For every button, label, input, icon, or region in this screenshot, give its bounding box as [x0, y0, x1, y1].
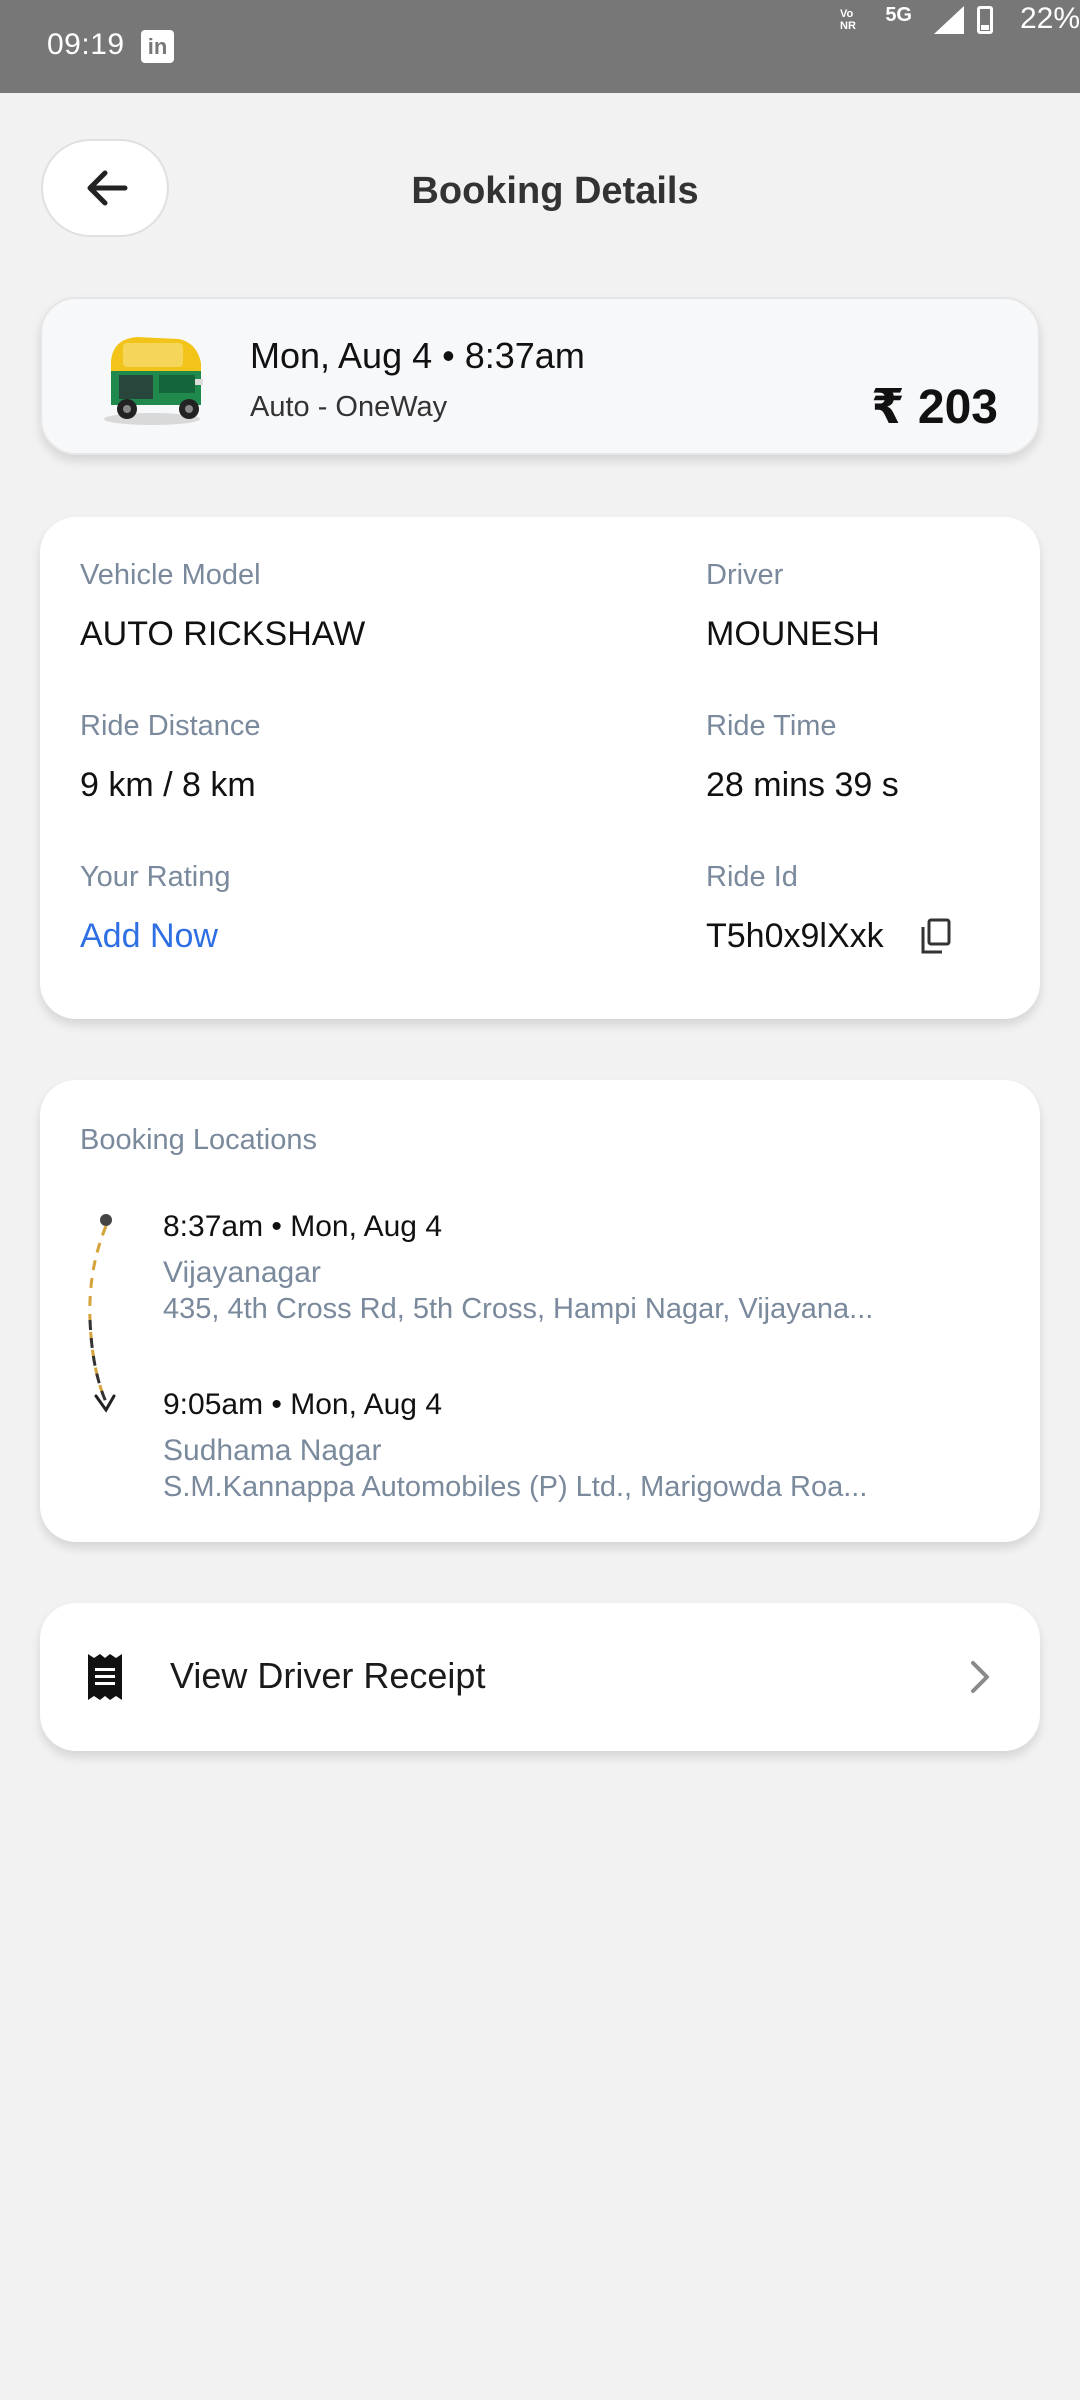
route-path-icon	[88, 1214, 116, 1413]
receipt-icon	[88, 1654, 122, 1700]
pickup-time: 8:37am • Mon, Aug 4	[163, 1210, 443, 1243]
ride-summary-card: Mon, Aug 4 • 8:37am Auto - OneWay ₹ 203	[40, 297, 1040, 455]
chevron-right-icon	[971, 1661, 989, 1693]
linkedin-icon: in	[141, 30, 174, 63]
battery-icon	[977, 6, 993, 34]
page-title: Booking Details	[411, 170, 699, 212]
ride-id-label: Ride Id	[706, 861, 798, 893]
drop-time: 9:05am • Mon, Aug 4	[163, 1388, 443, 1421]
locations-title: Booking Locations	[80, 1124, 317, 1156]
ride-id-value: T5h0x9lXxk	[706, 917, 884, 955]
drop-name: Sudhama Nagar	[163, 1434, 382, 1467]
driver-value: MOUNESH	[706, 615, 880, 653]
booking-locations-card: Booking Locations 8:37am • Mon, Aug 4 Vi…	[40, 1080, 1040, 1542]
volte-indicator: Vo NR	[840, 8, 856, 32]
drop-address: S.M.Kannappa Automobiles (P) Ltd., Marig…	[163, 1471, 868, 1503]
ride-distance-value: 9 km / 8 km	[80, 766, 256, 804]
vehicle-model-value: AUTO RICKSHAW	[80, 615, 366, 653]
add-rating-link[interactable]: Add Now	[80, 917, 218, 956]
pickup-name: Vijayanagar	[163, 1256, 321, 1289]
signal-icon	[934, 6, 964, 34]
ride-time-label: Ride Time	[706, 710, 837, 742]
your-rating-label: Your Rating	[80, 861, 231, 893]
auto-rickshaw-icon	[104, 337, 203, 425]
battery-percent: 22%	[1019, 2, 1080, 35]
ride-type: Auto - OneWay	[250, 391, 448, 423]
status-time: 09:19	[47, 28, 125, 61]
copy-icon[interactable]	[918, 917, 952, 955]
network-type: 5G	[885, 4, 912, 26]
driver-label: Driver	[706, 559, 784, 591]
view-driver-receipt-button[interactable]: View Driver Receipt	[40, 1603, 1040, 1751]
ride-time-value: 28 mins 39 s	[706, 766, 899, 804]
pickup-address: 435, 4th Cross Rd, 5th Cross, Hampi Naga…	[163, 1293, 874, 1325]
ride-datetime: Mon, Aug 4 • 8:37am	[250, 335, 585, 376]
ride-distance-label: Ride Distance	[80, 710, 261, 742]
status-bar: 09:19 in Vo NR 5G 22%	[0, 0, 1080, 93]
vehicle-model-label: Vehicle Model	[80, 559, 261, 591]
receipt-label: View Driver Receipt	[170, 1655, 486, 1696]
ride-fare: ₹ 203	[871, 381, 998, 434]
ride-details-card: Vehicle Model AUTO RICKSHAW Driver MOUNE…	[40, 517, 1040, 1019]
